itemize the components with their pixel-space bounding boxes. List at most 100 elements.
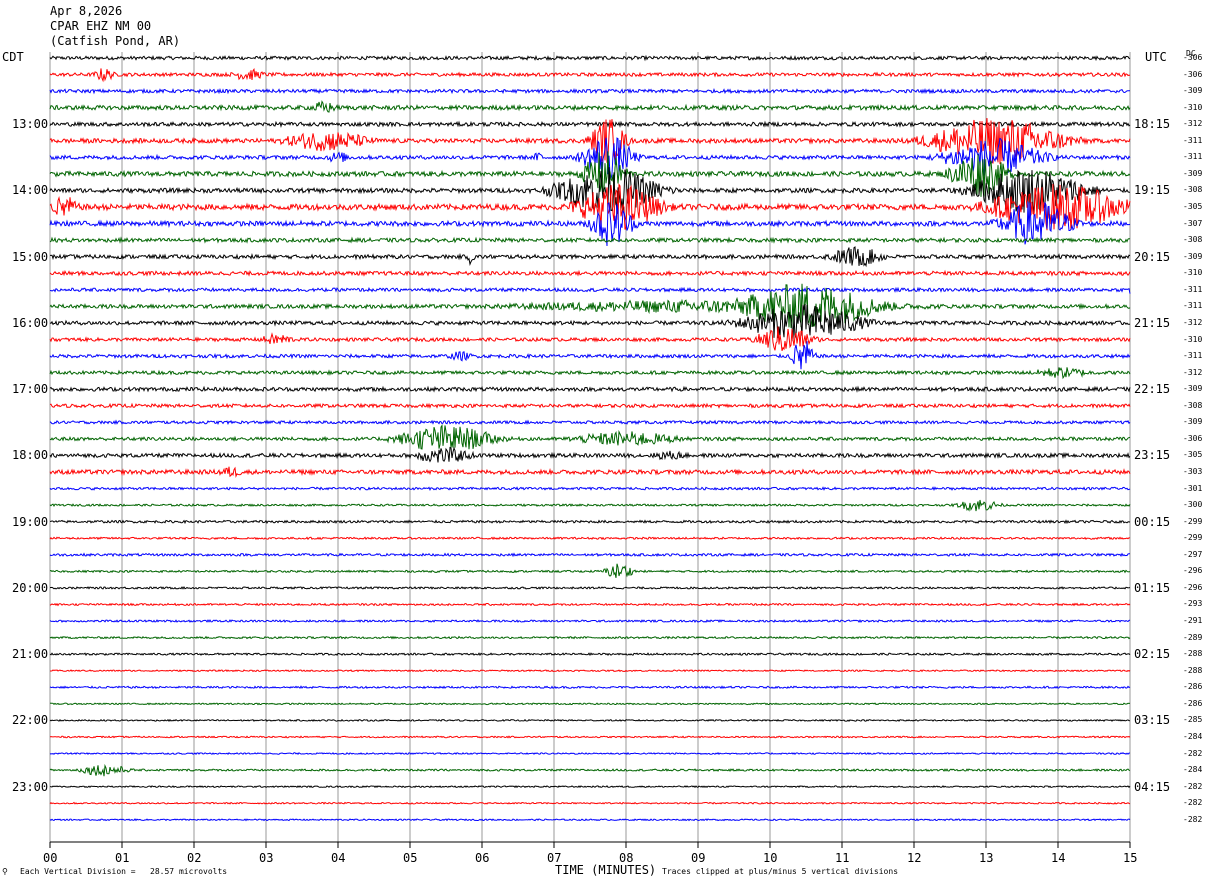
- trace-line: [49, 499, 1131, 512]
- trace-line: [49, 635, 1131, 640]
- dc-offset-label: -284: [1183, 731, 1203, 741]
- cdt-hour-label: 19:00: [12, 514, 49, 529]
- dc-offset-label: -286: [1183, 698, 1203, 708]
- dc-offset-label: -296: [1183, 582, 1203, 592]
- trace-line: [49, 286, 1131, 294]
- dc-offset-label: -311: [1183, 351, 1203, 361]
- clip-note: Traces clipped at plus/minus 5 vertical …: [662, 867, 899, 876]
- trace-line: [50, 669, 1131, 673]
- trace-line: [49, 818, 1131, 822]
- x-tick-label: 13: [979, 851, 994, 865]
- location-label: (Catfish Pond, AR): [50, 34, 181, 48]
- x-tick-label: 01: [115, 851, 130, 865]
- trace-line: [49, 87, 1131, 95]
- dc-offset-label: -289: [1183, 632, 1203, 642]
- cdt-hour-label: 13:00: [12, 117, 49, 132]
- trace-line: [49, 120, 1131, 129]
- utc-hour-label: 20:15: [1134, 249, 1171, 264]
- trace-line: [49, 486, 1131, 492]
- dc-offset-label: -309: [1183, 384, 1203, 394]
- x-tick-label: 04: [331, 851, 346, 865]
- trace-line: [49, 236, 1131, 244]
- trace-line: [49, 367, 1131, 380]
- utc-hour-label: 02:15: [1134, 647, 1171, 662]
- x-tick-label: 03: [259, 851, 274, 865]
- dc-offset-label: -310: [1183, 102, 1203, 112]
- dc-offset-label: -309: [1183, 251, 1203, 261]
- trace-line: [49, 446, 1131, 463]
- dc-offset-label: -303: [1183, 467, 1203, 476]
- x-tick-label: 10: [763, 851, 778, 865]
- trace-line: [49, 619, 1131, 623]
- trace-line: [49, 326, 1131, 351]
- cdt-hour-label: 20:00: [12, 580, 49, 595]
- dc-offset-label: -310: [1183, 334, 1203, 344]
- dc-offset-label: -309: [1183, 417, 1203, 427]
- utc-hour-label: 18:15: [1134, 117, 1171, 132]
- dc-offset-label: -311: [1183, 135, 1203, 145]
- trace-line: [49, 735, 1131, 739]
- trace-line: [49, 100, 1131, 113]
- trace-line: [49, 536, 1131, 541]
- trace-line: [49, 801, 1131, 805]
- utc-hour-label: 21:15: [1134, 315, 1171, 330]
- trace-line: [49, 685, 1131, 690]
- dc-offset-label: -299: [1183, 533, 1203, 543]
- date-label: Apr 8,2026: [50, 4, 123, 18]
- dc-offset-label: -307: [1183, 218, 1203, 228]
- cdt-hour-label: 21:00: [12, 647, 49, 662]
- trace-line: [50, 246, 1131, 268]
- trace-line: [49, 269, 1131, 277]
- x-tick-label: 00: [43, 851, 58, 865]
- dc-offset-label: -312: [1183, 119, 1203, 129]
- trace-line: [49, 552, 1130, 558]
- dc-offset-label: -282: [1183, 814, 1203, 824]
- x-tick-label: 02: [187, 851, 202, 865]
- dc-offset-label: -309: [1183, 86, 1203, 96]
- dc-offset-label: -305: [1183, 450, 1203, 460]
- utc-axis-label: UTC: [1145, 50, 1167, 64]
- trace-line: [49, 718, 1131, 722]
- dc-offset-label: -297: [1183, 549, 1203, 559]
- dc-offset-label: -282: [1183, 798, 1203, 808]
- x-tick-label: 06: [475, 851, 490, 865]
- utc-hour-label: 03:15: [1134, 713, 1171, 728]
- dc-offset-label: -285: [1183, 715, 1203, 725]
- trace-line: [49, 67, 1131, 83]
- cdt-hour-label: 22:00: [12, 713, 49, 728]
- x-tick-label: 09: [691, 851, 706, 865]
- seismic-traces: [49, 54, 1131, 822]
- utc-hour-label: 01:15: [1134, 580, 1171, 595]
- trace-line: [49, 385, 1131, 393]
- utc-hour-label: 22:15: [1134, 382, 1171, 397]
- dc-offset-label: -306: [1183, 53, 1203, 62]
- trace-line: [49, 763, 1131, 777]
- trace-line: [50, 519, 1131, 525]
- x-tick-label: 05: [403, 851, 418, 865]
- dc-offset-label: -312: [1183, 367, 1203, 377]
- dc-offset-label: -288: [1183, 665, 1203, 675]
- trace-line: [49, 652, 1131, 657]
- trace-line: [49, 304, 1131, 342]
- trace-line: [49, 785, 1131, 789]
- cdt-hour-label: 14:00: [12, 183, 49, 198]
- dc-offset-label: -306: [1183, 433, 1203, 443]
- dc-offset-label: -309: [1183, 168, 1203, 178]
- trace-line: [49, 751, 1131, 755]
- cdt-hour-label: 17:00: [12, 382, 49, 397]
- utc-hour-label: 04:15: [1134, 779, 1171, 794]
- trace-line: [49, 563, 1130, 578]
- dc-offset-label: -300: [1183, 500, 1203, 510]
- dc-offset-label: -310: [1183, 268, 1203, 278]
- trace-line: [49, 402, 1131, 409]
- dc-offset-label: -288: [1183, 649, 1203, 659]
- cdt-hour-label: 23:00: [12, 779, 49, 794]
- scale-note: Each Vertical Division = 28.57 microvolt…: [20, 867, 228, 876]
- dc-offset-label: -311: [1183, 152, 1203, 162]
- dc-offset-label: -284: [1183, 765, 1203, 775]
- trace-line: [49, 602, 1131, 607]
- dc-offset-label: -282: [1183, 748, 1203, 758]
- trace-line: [49, 466, 1131, 478]
- dc-offset-label: -308: [1183, 235, 1203, 245]
- cdt-hour-label: 15:00: [12, 249, 49, 264]
